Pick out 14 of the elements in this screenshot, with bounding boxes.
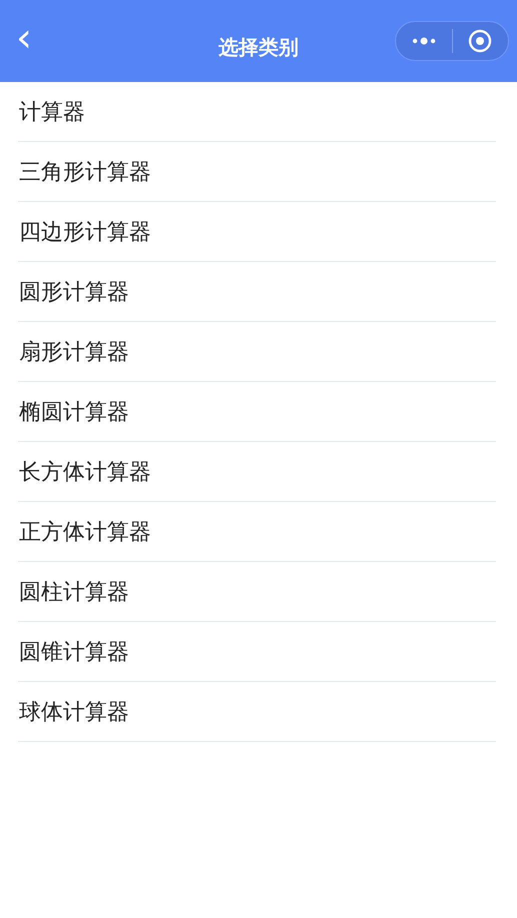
category-item[interactable]: 圆柱计算器 [18, 562, 496, 622]
category-item[interactable]: 计算器 [18, 82, 496, 142]
more-icon [412, 37, 436, 45]
category-item[interactable]: 椭圆计算器 [18, 382, 496, 442]
category-item[interactable]: 正方体计算器 [18, 502, 496, 562]
category-item[interactable]: 球体计算器 [18, 682, 496, 742]
category-item[interactable]: 四边形计算器 [18, 202, 496, 262]
page-title: 选择类别 [218, 37, 298, 57]
category-item[interactable]: 三角形计算器 [18, 142, 496, 202]
category-item[interactable]: 扇形计算器 [18, 322, 496, 382]
category-item[interactable]: 圆锥计算器 [18, 622, 496, 682]
category-item[interactable]: 长方体计算器 [18, 442, 496, 502]
category-item[interactable]: 圆形计算器 [18, 262, 496, 322]
target-icon [468, 29, 492, 53]
